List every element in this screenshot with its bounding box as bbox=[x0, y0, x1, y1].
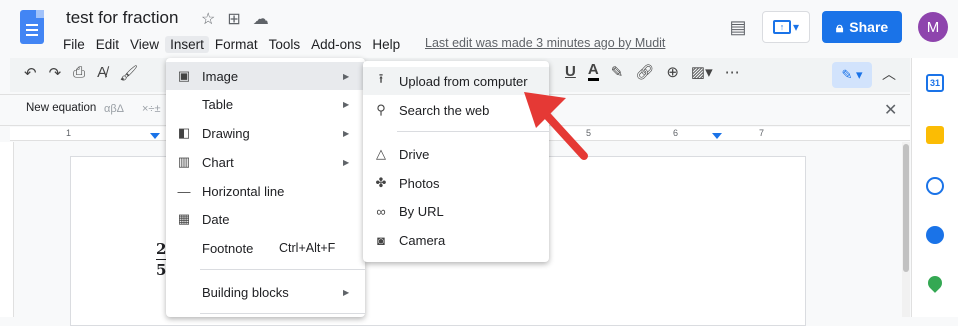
new-equation-button[interactable]: New equation bbox=[26, 102, 96, 114]
paint-format-icon[interactable]: 🖌︎ bbox=[119, 64, 138, 82]
ruler-number: 6 bbox=[673, 128, 679, 138]
menu-insert[interactable]: Insert bbox=[165, 35, 209, 53]
toolbar-right-icons: U A ✎ 🔗︎ ⊕ ▨▾ ⋯ bbox=[565, 62, 740, 81]
comment-history-icon[interactable]: ▤ bbox=[726, 15, 750, 39]
scrollbar[interactable] bbox=[902, 142, 910, 317]
move-folder-icon[interactable]: ⊞ bbox=[227, 9, 240, 29]
chevron-down-icon: ▾ bbox=[792, 20, 800, 34]
lock-icon: 🔒︎ bbox=[835, 18, 844, 35]
menu-view[interactable]: View bbox=[125, 36, 164, 53]
star-icon[interactable]: ☆ bbox=[201, 9, 215, 29]
menu-tools[interactable]: Tools bbox=[264, 36, 306, 53]
ruler-number: 7 bbox=[759, 128, 765, 138]
keep-app-icon[interactable] bbox=[926, 126, 944, 144]
submenu-arrow-icon: ▶ bbox=[343, 71, 350, 81]
submenu-item-by-url[interactable]: ∞ By URL bbox=[363, 197, 549, 225]
upload-icon: ⭱ bbox=[378, 71, 384, 86]
menu-item-drawing[interactable]: ◧ Drawing ▶ bbox=[166, 119, 365, 147]
drawing-icon: ◧ bbox=[177, 125, 191, 140]
submenu-arrow-icon: ▶ bbox=[343, 157, 350, 167]
menu-item-footnote[interactable]: Footnote Ctrl+Alt+F bbox=[166, 234, 365, 262]
submenu-arrow-icon: ▶ bbox=[343, 99, 350, 109]
fraction-numerator: 2 bbox=[156, 240, 167, 258]
menu-item-horizontal-line[interactable]: — Horizontal line bbox=[166, 177, 365, 205]
fraction-bar bbox=[156, 259, 166, 260]
ruler-number: 1 bbox=[66, 128, 72, 138]
camera-icon: ◙ bbox=[377, 232, 385, 248]
menu-divider bbox=[200, 269, 365, 270]
close-icon[interactable]: ✕ bbox=[884, 100, 897, 120]
image-icon: ▣ bbox=[177, 68, 191, 83]
menu-item-building-blocks[interactable]: Building blocks ▶ bbox=[166, 278, 365, 306]
menu-file[interactable]: File bbox=[58, 36, 90, 53]
share-button[interactable]: 🔒︎ Share bbox=[822, 11, 902, 43]
menu-help[interactable]: Help bbox=[367, 36, 405, 53]
header-actions: ▤ ↑ ▾ 🔒︎ Share M bbox=[726, 11, 948, 43]
vertical-ruler bbox=[0, 142, 14, 317]
insert-link-icon[interactable]: 🔗︎ bbox=[635, 63, 654, 81]
calendar-icon: ▦ bbox=[177, 211, 191, 226]
menu-item-chart[interactable]: ▥ Chart ▶ bbox=[166, 148, 365, 176]
greek-letters-dropdown[interactable]: αβΔ bbox=[104, 103, 124, 115]
add-comment-icon[interactable]: ⊕ bbox=[666, 63, 679, 81]
present-icon: ↑ bbox=[772, 20, 791, 34]
menu-item-date[interactable]: ▦ Date bbox=[166, 205, 365, 233]
undo-icon[interactable]: ↶ bbox=[24, 64, 37, 82]
fraction-denominator: 5 bbox=[156, 261, 167, 279]
chart-icon: ▥ bbox=[177, 154, 191, 169]
fraction-equation[interactable]: 2 5 bbox=[156, 240, 166, 279]
docs-logo-icon[interactable] bbox=[20, 10, 44, 44]
insert-menu: ▣ Image ▶ Table ▶ ◧ Drawing ▶ ▥ Chart ▶ … bbox=[166, 58, 365, 317]
present-button[interactable]: ↑ ▾ bbox=[762, 11, 810, 43]
menu-item-table[interactable]: Table ▶ bbox=[166, 90, 365, 118]
submenu-arrow-icon: ▶ bbox=[343, 287, 350, 297]
search-icon: ⚲ bbox=[376, 102, 386, 117]
annotation-arrow-icon bbox=[524, 92, 588, 160]
right-indent-marker[interactable] bbox=[712, 133, 722, 139]
menubar: File Edit View Insert Format Tools Add-o… bbox=[58, 34, 406, 54]
horizontal-line-icon: — bbox=[177, 183, 191, 199]
link-icon: ∞ bbox=[376, 203, 386, 219]
redo-icon[interactable]: ↷ bbox=[49, 64, 62, 82]
title-icons: ☆ ⊞ ☁ bbox=[201, 9, 269, 29]
collapse-menus-icon[interactable]: ︿ bbox=[882, 64, 896, 84]
menu-format[interactable]: Format bbox=[210, 36, 263, 53]
submenu-item-camera[interactable]: ◙ Camera bbox=[363, 226, 549, 254]
operators-dropdown[interactable]: ×÷± bbox=[142, 103, 161, 115]
insert-image-icon[interactable]: ▨▾ bbox=[691, 63, 713, 81]
photos-icon: ✤ bbox=[375, 175, 387, 190]
contacts-app-icon[interactable] bbox=[926, 226, 944, 244]
submenu-item-photos[interactable]: ✤ Photos bbox=[363, 169, 549, 197]
scrollbar-thumb[interactable] bbox=[903, 144, 909, 272]
print-icon[interactable]: ⎙ bbox=[73, 64, 85, 82]
underline-icon[interactable]: U bbox=[565, 63, 576, 80]
indent-marker[interactable] bbox=[150, 133, 160, 139]
calendar-app-icon[interactable]: 31 bbox=[926, 74, 944, 92]
cloud-status-icon[interactable]: ☁ bbox=[253, 9, 269, 29]
submenu-arrow-icon: ▶ bbox=[343, 128, 350, 138]
menu-item-image[interactable]: ▣ Image ▶ bbox=[166, 62, 365, 90]
share-label: Share bbox=[849, 19, 889, 35]
menu-edit[interactable]: Edit bbox=[91, 36, 124, 53]
highlight-icon[interactable]: ✎ bbox=[611, 63, 624, 81]
menu-divider bbox=[200, 313, 365, 314]
menu-addons[interactable]: Add-ons bbox=[306, 36, 366, 53]
text-color-icon[interactable]: A bbox=[587, 62, 599, 81]
document-title[interactable]: test for fraction bbox=[66, 8, 178, 28]
avatar[interactable]: M bbox=[918, 12, 948, 42]
tasks-app-icon[interactable] bbox=[926, 177, 944, 195]
footnote-shortcut: Ctrl+Alt+F bbox=[279, 241, 336, 255]
last-edit-link[interactable]: Last edit was made 3 minutes ago by Mudi… bbox=[425, 36, 665, 50]
toolbar-left-icons: ↶ ↷ ⎙ A̸ 🖌︎ bbox=[24, 64, 138, 82]
spellcheck-icon[interactable]: A̸ bbox=[97, 64, 107, 82]
editing-mode-button[interactable]: ✎ ▾ bbox=[832, 62, 872, 88]
drive-icon: △ bbox=[376, 146, 386, 161]
more-icon[interactable]: ⋯ bbox=[725, 63, 740, 81]
